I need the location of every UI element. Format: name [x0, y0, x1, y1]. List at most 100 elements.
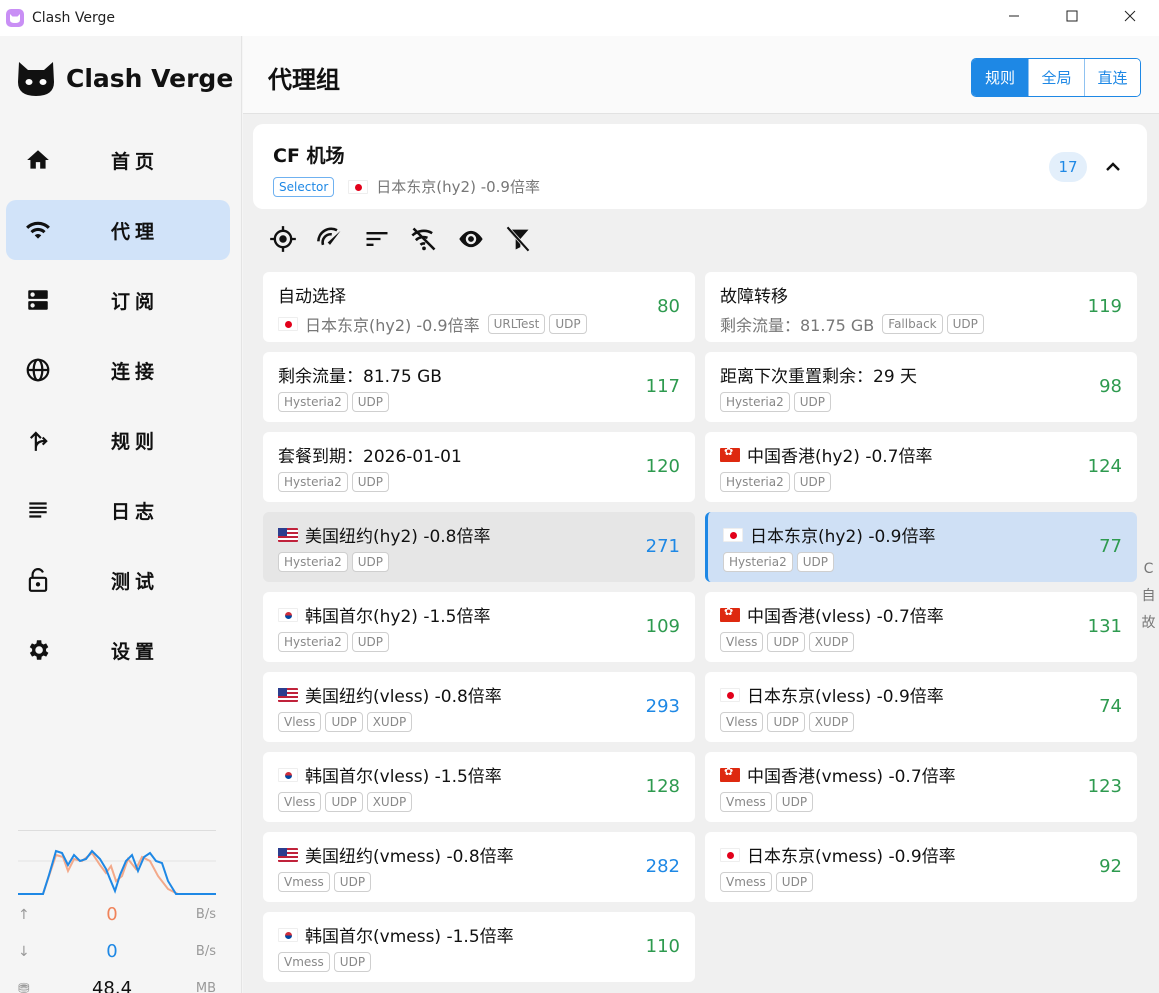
view-toggle-button[interactable] — [457, 224, 504, 254]
proxy-delay[interactable]: 74 — [1099, 696, 1122, 717]
proxy-delay[interactable]: 128 — [646, 776, 680, 797]
nav-item-rules[interactable]: 规则 — [6, 410, 230, 470]
proxy-delay[interactable]: 124 — [1088, 456, 1122, 477]
proxy-card[interactable]: 日本东京(vless) -0.9倍率 Vless UDP XUDP 74 — [705, 672, 1137, 742]
filter-clear-button[interactable] — [504, 224, 551, 254]
collapse-button[interactable] — [1105, 158, 1121, 177]
nav-item-proxy[interactable]: 代理 — [6, 200, 230, 260]
proxy-card[interactable]: 距离下次重置剩余：29 天 Hysteria2 UDP 98 — [705, 352, 1137, 422]
speed-test-button[interactable] — [316, 224, 363, 254]
proxy-tag: Vless — [720, 712, 764, 732]
traffic-graph — [18, 830, 216, 896]
page-header: 代理组 规则 全局 直连 — [243, 36, 1159, 114]
proxy-delay[interactable]: 123 — [1088, 776, 1122, 797]
proxy-name: 韩国首尔(vmess) -1.5倍率 — [278, 922, 514, 947]
proxy-tag: Hysteria2 — [720, 472, 790, 492]
proxy-tag: Vmess — [720, 792, 772, 812]
proxy-tag: UDP — [333, 952, 372, 972]
minimize-button[interactable] — [985, 0, 1043, 32]
proxy-tag: UDP — [767, 632, 805, 652]
proxy-card[interactable]: 剩余流量：81.75 GB Hysteria2 UDP 117 — [263, 352, 695, 422]
proxy-card[interactable]: 故障转移 剩余流量：81.75 GB Fallback UDP 119 — [705, 272, 1137, 342]
proxy-card[interactable]: 美国纽约(hy2) -0.8倍率 Hysteria2 UDP 271 — [263, 512, 695, 582]
proxy-name: 日本东京(hy2) -0.9倍率 — [723, 522, 936, 547]
proxy-delay[interactable]: 119 — [1088, 296, 1122, 317]
group-info: Selector 日本东京(hy2) -0.9倍率 — [273, 176, 540, 197]
korea-flag-icon — [278, 767, 298, 782]
proxy-delay[interactable]: 271 — [646, 536, 680, 557]
nav-item-home[interactable]: 首页 — [6, 130, 230, 190]
nav-item-settings[interactable]: 设置 — [6, 620, 230, 680]
proxy-name-text: 自动选择 — [278, 287, 346, 307]
proxy-tag: Hysteria2 — [278, 472, 348, 492]
proxy-card[interactable]: 日本东京(hy2) -0.9倍率 Hysteria2 UDP 77 — [705, 512, 1137, 582]
sort-icon — [366, 232, 388, 246]
proxy-tag: Vmess — [278, 952, 330, 972]
proxy-name-text: 故障转移 — [720, 287, 788, 307]
proxy-meta: Vless UDP XUDP — [278, 712, 416, 732]
proxy-tag: XUDP — [366, 792, 413, 812]
proxy-meta: 日本东京(hy2) -0.9倍率 URLTest UDP — [278, 312, 591, 336]
eye-icon — [459, 230, 483, 248]
proxy-meta: Hysteria2 UDP — [278, 632, 393, 652]
proxy-name: 日本东京(vmess) -0.9倍率 — [720, 842, 956, 867]
proxy-meta: Vless UDP XUDP — [720, 632, 858, 652]
proxy-card[interactable]: 中国香港(vless) -0.7倍率 VlessUDPXUDP 131 — [705, 592, 1137, 662]
proxy-delay[interactable]: 98 — [1099, 376, 1122, 397]
nav-item-connections[interactable]: 连接 — [6, 340, 230, 400]
proxy-card[interactable]: 美国纽约(vmess) -0.8倍率 Vmess UDP 282 — [263, 832, 695, 902]
proxy-name-text: 中国香港(vless) -0.7倍率 — [747, 607, 944, 627]
mode-rule-button[interactable]: 规则 — [972, 59, 1028, 96]
proxy-card[interactable]: 韩国首尔(vmess) -1.5倍率 Vmess UDP 110 — [263, 912, 695, 982]
proxy-delay[interactable]: 120 — [646, 456, 680, 477]
proxy-tag: Hysteria2 — [278, 392, 348, 412]
proxy-delay[interactable]: 131 — [1088, 616, 1122, 637]
proxy-card[interactable]: 韩国首尔(vless) -1.5倍率 Vless UDP XUDP 128 — [263, 752, 695, 822]
nav-item-subscription[interactable]: 订阅 — [6, 270, 230, 330]
proxy-card[interactable]: 韩国首尔(hy2) -1.5倍率 Hysteria2 UDP 109 — [263, 592, 695, 662]
filter-off-button[interactable] — [410, 224, 457, 254]
mode-direct-button[interactable]: 直连 — [1084, 59, 1140, 96]
mode-global-button[interactable]: 全局 — [1028, 59, 1084, 96]
proxy-delay[interactable]: 293 — [646, 696, 680, 717]
proxy-card[interactable]: 中国香港(vmess) -0.7倍率 VmessUDP 123 — [705, 752, 1137, 822]
proxy-delay[interactable]: 117 — [646, 376, 680, 397]
proxy-delay[interactable]: 109 — [646, 616, 680, 637]
proxy-tag: UDP — [767, 712, 805, 732]
proxy-card[interactable]: 中国香港(hy2) -0.7倍率 Hysteria2UDP 124 — [705, 432, 1137, 502]
speed-test-icon — [317, 227, 341, 246]
brand-name: Clash Verge — [66, 63, 234, 93]
proxy-card[interactable]: 套餐到期：2026-01-01 Hysteria2 UDP 120 — [263, 432, 695, 502]
close-button[interactable] — [1101, 0, 1159, 32]
mode-switch: 规则 全局 直连 — [971, 58, 1141, 97]
proxy-name-text: 美国纽约(hy2) -0.8倍率 — [305, 527, 491, 547]
maximize-button[interactable] — [1043, 0, 1101, 32]
proxy-name-text: 距离下次重置剩余：29 天 — [720, 367, 918, 387]
proxy-delay[interactable]: 80 — [657, 296, 680, 317]
title-bar: Clash Verge — [0, 0, 1159, 36]
proxy-name-text: 中国香港(hy2) -0.7倍率 — [747, 447, 933, 467]
hong-kong-flag-icon — [720, 605, 740, 622]
proxy-group-header[interactable]: CF 机场 Selector 日本东京(hy2) -0.9倍率 17 — [253, 124, 1147, 209]
proxy-delay[interactable]: 92 — [1099, 856, 1122, 877]
proxy-current-selection: 剩余流量：81.75 GB — [720, 316, 875, 335]
locate-button[interactable] — [269, 224, 316, 254]
nav-item-logs[interactable]: 日志 — [6, 480, 230, 540]
clipped-side-text: C 自 故 — [1138, 556, 1159, 637]
group-name: CF 机场 — [273, 145, 345, 167]
proxy-name: 美国纽约(vless) -0.8倍率 — [278, 682, 502, 707]
proxy-card[interactable]: 美国纽约(vless) -0.8倍率 Vless UDP XUDP 293 — [263, 672, 695, 742]
wifi-icon — [6, 217, 70, 243]
proxy-card[interactable]: 日本东京(vmess) -0.9倍率 Vmess UDP 92 — [705, 832, 1137, 902]
locate-icon — [270, 226, 296, 252]
proxy-card[interactable]: 自动选择日本东京(hy2) -0.9倍率 URLTest UDP 80 — [263, 272, 695, 342]
japan-flag-icon — [348, 179, 369, 194]
proxy-name: 剩余流量：81.75 GB — [278, 362, 442, 387]
proxy-delay[interactable]: 77 — [1099, 536, 1122, 557]
proxy-delay[interactable]: 110 — [646, 936, 680, 957]
proxy-tag: UDP — [351, 552, 389, 572]
nav-label: 连接 — [111, 360, 160, 383]
sort-button[interactable] — [363, 224, 410, 254]
nav-item-test[interactable]: 测试 — [6, 550, 230, 610]
proxy-delay[interactable]: 282 — [646, 856, 680, 877]
